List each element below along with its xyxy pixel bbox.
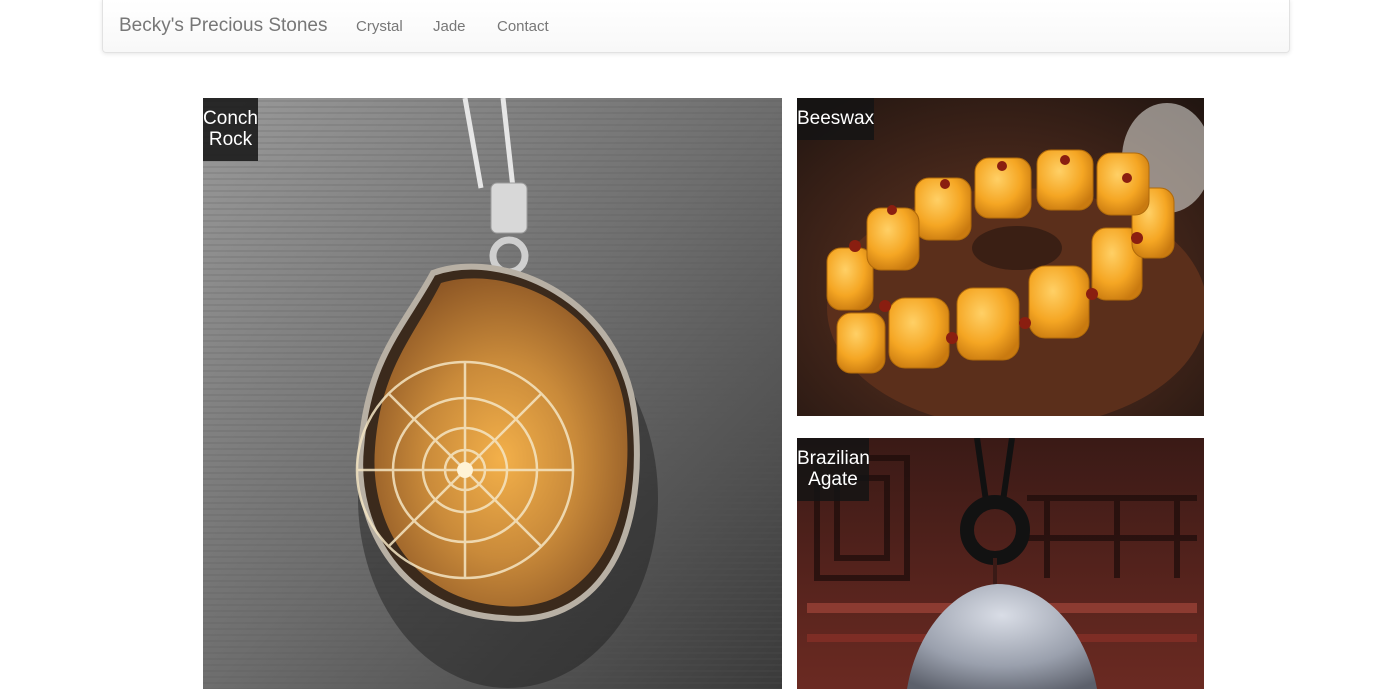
caption-line: Conch	[203, 108, 258, 129]
brand-link[interactable]: Becky's Precious Stones	[119, 15, 328, 37]
caption-line: Agate	[808, 469, 858, 490]
caption-line: Beeswax	[797, 108, 875, 129]
caption-line: Rock	[208, 129, 253, 150]
nav-link-contact[interactable]: Contact	[497, 18, 549, 35]
gallery-item-brazilian-agate[interactable]: Brazilian Agate	[797, 438, 1204, 689]
caption-conch-rock: Conch Rock	[203, 98, 258, 161]
beeswax-bracelet-image	[797, 98, 1204, 416]
caption-brazilian-agate: Brazilian Agate	[797, 438, 870, 501]
navbar: Becky's Precious Stones Crystal Jade Con…	[102, 0, 1290, 53]
caption-line: Brazilian	[797, 448, 870, 469]
gallery-item-conch-rock[interactable]: Conch Rock	[203, 98, 782, 689]
nav-link-jade[interactable]: Jade	[433, 18, 466, 35]
caption-beeswax: Beeswax	[797, 98, 874, 140]
ammonite-pendant-image	[203, 98, 782, 689]
gallery-item-beeswax[interactable]: Beeswax	[797, 98, 1204, 416]
nav-link-crystal[interactable]: Crystal	[356, 18, 403, 35]
